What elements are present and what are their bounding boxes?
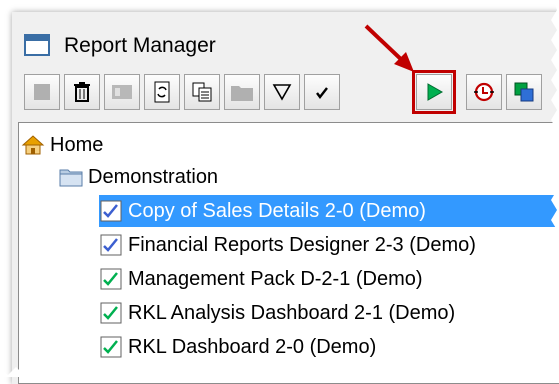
- schedule-button[interactable]: [466, 74, 502, 110]
- refresh-icon: [154, 81, 170, 103]
- delete-button[interactable]: [64, 74, 100, 110]
- tree-item-label: RKL Analysis Dashboard 2-1 (Demo): [128, 302, 456, 324]
- tree-item-label: Management Pack D-2-1 (Demo): [128, 268, 423, 290]
- tree-item-label: Copy of Sales Details 2-0 (Demo): [125, 198, 429, 224]
- folder-button[interactable]: [224, 74, 260, 110]
- schedule-icon: [474, 82, 494, 102]
- report-green-check-icon: [100, 336, 122, 358]
- tree-item-report[interactable]: Financial Reports Designer 2-3 (Demo): [99, 229, 479, 261]
- tree-node-folder[interactable]: Demonstration: [59, 161, 221, 193]
- report-green-check-icon: [100, 268, 122, 290]
- report-tree: Home Demonstration Copy of Sales Details…: [18, 122, 559, 384]
- report-blue-check-icon: [100, 200, 122, 222]
- callout-arrow: [364, 24, 414, 72]
- new-button[interactable]: [24, 74, 60, 110]
- filter-button[interactable]: [264, 74, 300, 110]
- home-icon: [21, 135, 45, 155]
- report-manager-window: Report Manager Home Demonstration Copy o…: [12, 12, 559, 384]
- tree-item-report[interactable]: Management Pack D-2-1 (Demo): [99, 263, 426, 295]
- tree-item-report[interactable]: Copy of Sales Details 2-0 (Demo): [99, 195, 559, 227]
- folder-icon: [231, 86, 253, 101]
- tree-item-label: Financial Reports Designer 2-3 (Demo): [128, 234, 476, 256]
- checkmark-icon: [316, 87, 328, 99]
- tree-item-report[interactable]: RKL Analysis Dashboard 2-1 (Demo): [99, 297, 458, 329]
- check-button[interactable]: [304, 74, 340, 110]
- filter-icon: [272, 84, 292, 101]
- publish-button[interactable]: [506, 74, 542, 110]
- report-blue-check-icon: [100, 234, 122, 256]
- toolbar: [18, 70, 559, 116]
- folder-icon: [59, 169, 83, 187]
- torn-edge-right: [551, 0, 559, 377]
- copy-button[interactable]: [184, 74, 220, 110]
- properties-button[interactable]: [104, 74, 140, 110]
- refresh-button[interactable]: [144, 74, 180, 110]
- torn-edge-bottom: [0, 367, 559, 377]
- tree-node-home[interactable]: Home: [21, 129, 106, 161]
- report-green-check-icon: [100, 302, 122, 324]
- blank-doc-icon: [34, 84, 50, 100]
- tree-node-label: Home: [50, 134, 104, 156]
- publish-icon: [514, 82, 534, 102]
- title-bar: Report Manager: [12, 12, 559, 68]
- window-title: Report Manager: [64, 34, 216, 57]
- tree-item-report[interactable]: RKL Dashboard 2-0 (Demo): [99, 331, 379, 363]
- tree-item-label: RKL Dashboard 2-0 (Demo): [128, 336, 377, 358]
- copy-icon: [192, 82, 212, 102]
- properties-icon: [112, 85, 132, 99]
- delete-icon: [74, 82, 90, 102]
- tree-node-label: Demonstration: [88, 166, 219, 188]
- window-icon: [24, 34, 50, 56]
